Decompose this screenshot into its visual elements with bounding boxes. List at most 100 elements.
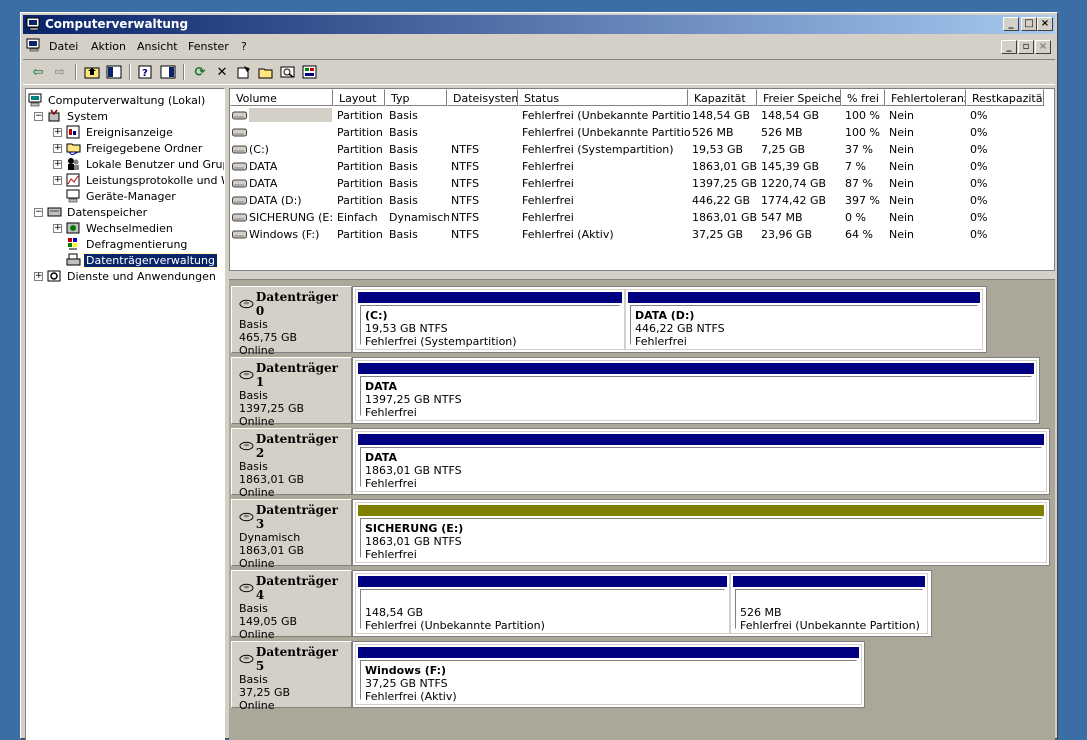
tree-node-disk-management[interactable]: Datenträgerverwaltung <box>66 252 218 268</box>
volume-row[interactable]: DATA Partition Basis NTFS Fehlerfrei 1397,25 … <box>230 175 1054 192</box>
disk-label-2[interactable]: Datenträger 2 Basis 1863,01 GB Online <box>231 428 352 499</box>
column-header-kapazitaet[interactable]: Kapazität <box>688 89 757 106</box>
disk-size: 149,05 GB <box>239 615 298 628</box>
volume-cell-2: Partition <box>337 194 383 207</box>
menu-aktion[interactable]: Aktion <box>91 40 126 53</box>
column-header-volume[interactable]: Volume <box>230 89 333 106</box>
title-bar[interactable]: Computerverwaltung _ □ × <box>23 15 1055 34</box>
volume-row[interactable]: DATA Partition Basis NTFS Fehlerfrei 1863,01 … <box>230 158 1054 175</box>
partition-status: Fehlerfrei <box>365 406 417 419</box>
mdi-close-button[interactable]: × <box>1035 40 1051 54</box>
volume-row[interactable]: Partition Basis Fehlerfrei (Unbekannte Par… <box>230 124 1054 141</box>
minimize-button[interactable]: _ <box>1003 17 1019 31</box>
column-header-dateisystem[interactable]: Dateisystem <box>447 89 518 106</box>
expand-icon[interactable]: + <box>53 127 62 137</box>
expand-icon[interactable]: + <box>53 159 62 169</box>
up-folder-icon[interactable] <box>83 63 101 81</box>
tree-node-event-viewer[interactable]: + Ereignisanzeige <box>53 124 175 140</box>
partition-block[interactable]: (C:) 19,53 GB NTFS Fehlerfrei (Systemparti… <box>355 289 625 350</box>
open-folder-icon[interactable] <box>257 63 275 81</box>
partition-block[interactable]: DATA 1863,01 GB NTFS Fehlerfrei <box>355 431 1047 492</box>
tree-node-shared-folders[interactable]: + Freigegebene Ordner <box>53 140 204 156</box>
mdi-restore-button[interactable]: ▫ <box>1018 40 1034 54</box>
column-header-freier-speicher[interactable]: Freier Speicher <box>757 89 841 106</box>
column-header-fehlertoleranz[interactable]: Fehlertoleranz <box>885 89 966 106</box>
column-header-typ[interactable]: Typ <box>385 89 447 106</box>
properties-pane-icon[interactable] <box>159 63 177 81</box>
partition-info: SICHERUNG (E:) 1863,01 GB NTFS Fehlerfrei <box>360 518 1042 561</box>
disk-label-0[interactable]: Datenträger 0 Basis 465,75 GB Online <box>231 286 352 357</box>
pane-splitter[interactable] <box>229 271 1055 279</box>
menu-fenster[interactable]: Fenster <box>188 40 229 53</box>
forward-arrow-icon[interactable]: ⇨ <box>51 63 69 81</box>
volume-row[interactable]: (C:) Partition Basis NTFS Fehlerfrei (System… <box>230 141 1054 158</box>
volume-cell-10: 0% <box>970 177 988 190</box>
volume-row[interactable]: SICHERUNG (E:) Einfach Dynamisch NTFS Fehler… <box>230 209 1054 226</box>
expand-icon[interactable]: + <box>53 175 62 185</box>
collapse-icon[interactable]: − <box>34 111 43 121</box>
volume-row[interactable]: Partition Basis Fehlerfrei (Unbekannte Par… <box>230 107 1054 124</box>
disk-size: 1397,25 GB <box>239 402 305 415</box>
disk-label-1[interactable]: Datenträger 1 Basis 1397,25 GB Online <box>231 357 352 428</box>
tree-node-root[interactable]: Computerverwaltung (Lokal) <box>28 92 207 108</box>
column-header-restkapazitaet[interactable]: Restkapazität <box>966 89 1044 106</box>
volume-cell-3: Basis <box>389 126 418 139</box>
disk-settings-icon[interactable] <box>301 63 319 81</box>
menu-ansicht[interactable]: Ansicht <box>137 40 178 53</box>
show-hide-tree-icon[interactable] <box>105 63 123 81</box>
volume-cell-9: Nein <box>889 177 915 190</box>
partition-block[interactable]: Windows (F:) 37,25 GB NTFS Fehlerfrei (Akt… <box>355 644 862 705</box>
volume-cell-9: Nein <box>889 126 915 139</box>
expand-icon[interactable]: + <box>53 143 62 153</box>
column-header-prozent-frei[interactable]: % frei <box>841 89 885 106</box>
tree-node-removable-storage[interactable]: + Wechselmedien <box>53 220 175 236</box>
menu-datei[interactable]: Datei <box>49 40 78 53</box>
refresh-icon[interactable]: ⟳ <box>191 63 209 81</box>
volume-cell-4: NTFS <box>451 228 480 241</box>
collapse-icon[interactable]: − <box>34 207 43 217</box>
partition-block[interactable]: 148,54 GB Fehlerfrei (Unbekannte Partitio… <box>355 573 730 634</box>
partition-block[interactable]: DATA (D:) 446,22 GB NTFS Fehlerfrei <box>625 289 983 350</box>
maximize-button[interactable]: □ <box>1021 17 1037 31</box>
properties-icon[interactable] <box>235 63 253 81</box>
mdi-minimize-button[interactable]: _ <box>1001 40 1017 54</box>
partition-block[interactable]: SICHERUNG (E:) 1863,01 GB NTFS Fehlerfrei <box>355 502 1047 563</box>
disk-name: Datenträger 5 <box>239 645 344 673</box>
delete-icon[interactable]: ✕ <box>213 63 231 81</box>
disk-label-5[interactable]: Datenträger 5 Basis 37,25 GB Online <box>231 641 352 712</box>
partition-block[interactable]: DATA 1397,25 GB NTFS Fehlerfrei <box>355 360 1037 421</box>
volume-cell-1: (C:) <box>249 143 269 156</box>
column-header-status[interactable]: Status <box>518 89 688 106</box>
volume-row[interactable]: Windows (F:) Partition Basis NTFS Fehlerfrei… <box>230 226 1054 243</box>
disk-name-text: Datenträger 2 <box>255 432 338 460</box>
tree-node-device-manager[interactable]: Geräte-Manager <box>66 188 178 204</box>
disk-label-3[interactable]: Datenträger 3 Dynamisch 1863,01 GB Online <box>231 499 352 570</box>
volume-cell-6: 1397,25 GB <box>692 177 758 190</box>
tree-node-performance-logs[interactable]: + Leistungsprotokolle und War <box>53 172 224 188</box>
volume-cell-2: Partition <box>337 228 383 241</box>
volume-row[interactable]: DATA (D:) Partition Basis NTFS Fehlerfrei 446… <box>230 192 1054 209</box>
volume-cell-6: 37,25 GB <box>692 228 744 241</box>
disk-label-4[interactable]: Datenträger 4 Basis 149,05 GB Online <box>231 570 352 641</box>
shared-folder-icon <box>66 143 81 155</box>
computer-icon <box>28 93 42 107</box>
expand-icon[interactable]: + <box>53 223 62 233</box>
help-icon[interactable]: ? <box>137 63 155 81</box>
volume-drive-icon <box>232 230 247 239</box>
close-button[interactable]: × <box>1037 17 1053 31</box>
volume-cell-5: Fehlerfrei (Unbekannte Partition) <box>522 109 690 122</box>
volume-drive-icon <box>232 145 247 154</box>
document-window-icon[interactable] <box>26 38 42 52</box>
search-icon[interactable] <box>279 63 297 81</box>
partition-block[interactable]: 526 MB Fehlerfrei (Unbekannte Partition) <box>730 573 928 634</box>
expand-icon[interactable]: + <box>34 271 43 281</box>
tree-node-storage[interactable]: − Datenspeicher <box>34 204 149 220</box>
disk-name-text: Datenträger 4 <box>255 574 338 602</box>
tree-node-local-users[interactable]: + Lokale Benutzer und Gruppe <box>53 156 224 172</box>
tree-node-system[interactable]: − System <box>34 108 110 124</box>
tree-node-defragmentation[interactable]: Defragmentierung <box>66 236 189 252</box>
menu-help[interactable]: ? <box>241 40 247 53</box>
tree-node-services[interactable]: + Dienste und Anwendungen <box>34 268 218 284</box>
column-header-layout[interactable]: Layout <box>333 89 385 106</box>
back-arrow-icon[interactable]: ⇦ <box>29 63 47 81</box>
